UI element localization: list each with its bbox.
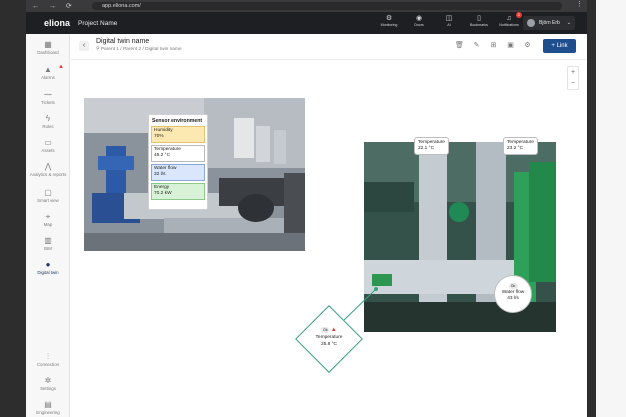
back-button[interactable]: ‹ <box>79 41 89 51</box>
delete-icon[interactable]: 🗑 <box>451 39 468 53</box>
topbar-doors[interactable]: ◉ Doors <box>404 14 434 27</box>
sidebar-item-settings[interactable]: ✲ Settings <box>26 376 70 391</box>
user-menu[interactable]: Björn Erb ⌄ <box>523 16 575 30</box>
ai-icon: ◫ <box>445 15 453 22</box>
project-name[interactable]: Project Name <box>78 20 117 27</box>
sidebar-item-bim[interactable]: ▥ BIM <box>26 236 70 251</box>
sidebar-item-rules[interactable]: ϟ Rules <box>26 114 70 129</box>
sidebar-item-assets[interactable]: ▭ Assets <box>26 138 70 153</box>
rules-icon: ϟ <box>45 114 51 123</box>
sidebar-item-analytics[interactable]: ⋀ Analytics & reports <box>26 162 70 177</box>
temperature-bubble-left[interactable]: Temperature 22.1 °C <box>414 137 449 155</box>
topbar-ai[interactable]: ◫ AI <box>434 14 464 27</box>
sidebar-item-alarms[interactable]: ▲ Alarms ▲ <box>26 64 70 80</box>
warning-icon: ▲ <box>58 64 64 70</box>
sidebar-item-connection[interactable]: ⫶ Connection <box>26 352 70 367</box>
doors-icon: ◉ <box>415 15 423 22</box>
tickets-icon: ⁓ <box>44 90 52 99</box>
edit-icon[interactable]: ✎ <box>468 39 485 53</box>
sensor-environment-panel[interactable]: Sensor environment Humidity 70% Temperatu… <box>148 114 208 210</box>
sidebar-item-map[interactable]: ⌖ Map <box>26 212 70 227</box>
zoom-out-button[interactable]: − <box>568 78 578 89</box>
sidebar-item-digital-twin[interactable]: ● Digital twin <box>26 260 70 275</box>
app-topbar: eliona Project Name ⚙ Monitoring ◉ Doors ◫… <box>26 12 587 34</box>
warning-icon: ▲ <box>330 327 337 333</box>
breadcrumb[interactable]: ⚲ Parent 1 / Parent 2 / Digital twin nam… <box>96 47 182 52</box>
page-title: Digital twin name <box>96 38 150 45</box>
device-bezel-left <box>0 0 26 417</box>
sensor-temperature[interactable]: Temperature 45.2 °C <box>151 145 205 162</box>
toolbar: 🗑 ✎ ⊞ ▣ ⚙ <box>451 39 536 53</box>
link-button[interactable]: + Link <box>543 39 576 53</box>
user-name: Björn Erb <box>539 20 560 26</box>
page-header: ‹ Digital twin name ⚲ Parent 1 / Parent … <box>71 34 587 60</box>
gear-icon: ✲ <box>44 376 52 385</box>
topbar-bookmarks[interactable]: ▯ Bookmarks <box>464 14 494 27</box>
sensor-panel-title: Sensor environment <box>152 118 203 124</box>
smart-view-icon: ▢ <box>44 188 52 197</box>
chevron-down-icon: ⌄ <box>566 20 571 26</box>
browser-menu-icon[interactable]: ⋮ <box>576 0 583 8</box>
zoom-controls: + − <box>567 66 579 90</box>
assets-icon: ▭ <box>44 138 52 147</box>
temperature-diamond-text: Ok ▲ Temperature 25.8 °C <box>315 327 343 347</box>
topbar-actions: ⚙ Monitoring ◉ Doors ◫ AI ▯ Bookmarks ♫ 3 Noti… <box>374 12 524 27</box>
digital-twin-icon: ● <box>45 260 51 269</box>
sidebar: ▦ Dashboard ▲ Alarms ▲ ⁓ Tickets ϟ Rules ▭ Ass… <box>26 34 70 417</box>
screen: ← → ⟳ app.eliona.com/ ⋮ eliona Project N… <box>0 0 626 417</box>
twin-canvas[interactable]: + − Sensor environment Humidity 70% Temp… <box>71 61 587 417</box>
bim-icon: ▥ <box>44 236 52 245</box>
eliona-logo[interactable]: eliona <box>26 18 76 28</box>
bookmark-icon: ▯ <box>477 15 481 22</box>
topbar-monitoring[interactable]: ⚙ Monitoring <box>374 14 404 27</box>
frame-icon[interactable]: ▣ <box>502 39 519 53</box>
sidebar-item-dashboard[interactable]: ▦ Dashboard <box>26 40 70 55</box>
sensor-water-flow[interactable]: Water flow 32 l/s <box>151 164 205 181</box>
sidebar-item-tickets[interactable]: ⁓ Tickets <box>26 90 70 105</box>
monitoring-icon: ⚙ <box>385 15 393 22</box>
fit-icon[interactable]: ⊞ <box>485 39 502 53</box>
browser-nav-buttons[interactable]: ← → ⟳ <box>32 2 76 10</box>
notification-badge: 3 <box>515 12 522 18</box>
sensor-humidity[interactable]: Humidity 70% <box>151 126 205 143</box>
ok-status-badge: Ok <box>321 327 330 333</box>
bell-icon: ♫ 3 <box>506 12 522 22</box>
ok-status-badge: Ok <box>508 283 518 289</box>
water-flow-marker[interactable]: Ok Water flow 43 l/s <box>494 275 532 313</box>
browser-bar: ← → ⟳ app.eliona.com/ ⋮ <box>26 0 587 12</box>
sidebar-item-engineering[interactable]: ▤ Engineering <box>26 400 70 415</box>
temperature-bubble-right[interactable]: Temperature 23.2 °C <box>503 137 538 155</box>
topbar-notifications[interactable]: ♫ 3 Notifications <box>494 12 524 27</box>
engineering-icon: ▤ <box>44 400 52 409</box>
sidebar-item-smart-view[interactable]: ▢ Smart view <box>26 188 70 203</box>
connection-icon: ⫶ <box>47 352 49 361</box>
dashboard-icon: ▦ <box>44 40 52 49</box>
sensor-energy[interactable]: Energy 70.2 kW <box>151 183 205 200</box>
map-pin-icon: ⌖ <box>45 212 51 221</box>
avatar <box>527 19 535 27</box>
gear-icon[interactable]: ⚙ <box>519 39 536 53</box>
address-bar[interactable]: app.eliona.com/ <box>92 2 562 10</box>
zoom-in-button[interactable]: + <box>568 67 578 78</box>
device-bezel-right <box>587 0 626 417</box>
analytics-icon: ⋀ <box>44 162 52 171</box>
